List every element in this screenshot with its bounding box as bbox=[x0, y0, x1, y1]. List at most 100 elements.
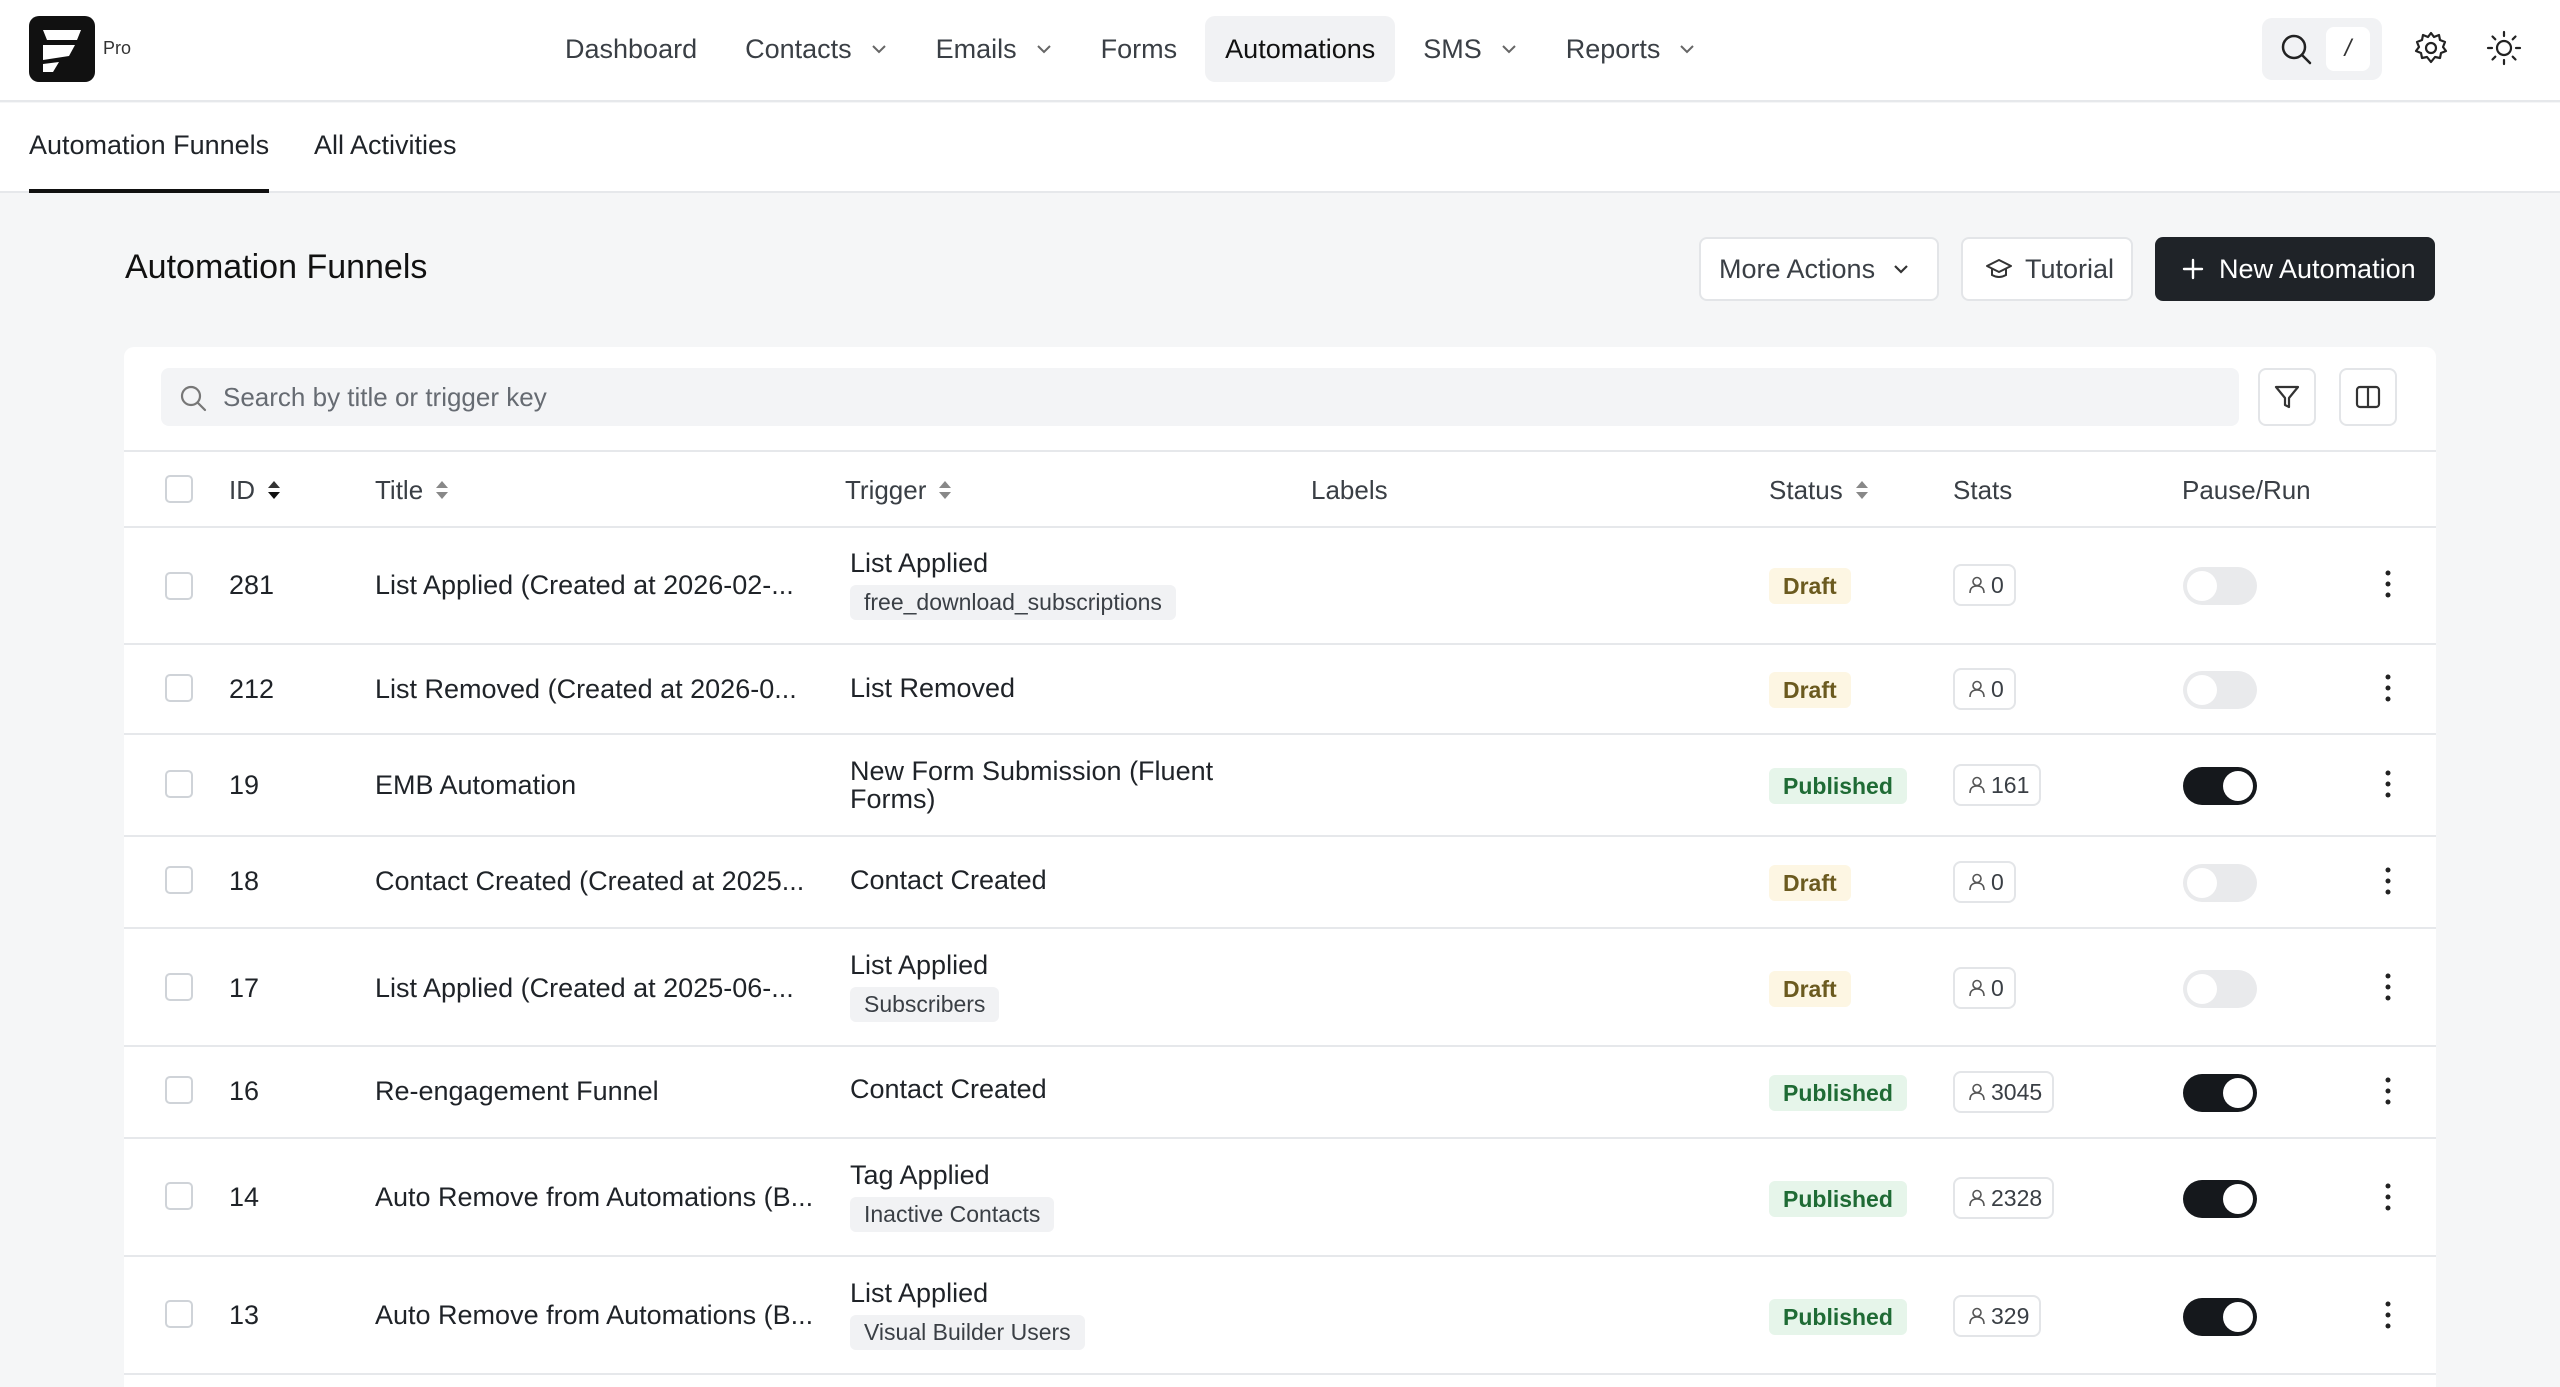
button-label: New Automation bbox=[2219, 253, 2416, 284]
pause-run-toggle[interactable] bbox=[2183, 671, 2257, 709]
row-trigger: Contact Created bbox=[850, 866, 1047, 894]
nav-label: Forms bbox=[1100, 33, 1178, 64]
pause-run-toggle[interactable] bbox=[2183, 970, 2257, 1008]
table-row[interactable]: 281 List Applied (Created at 2026-02-...… bbox=[124, 527, 2436, 645]
sun-icon[interactable] bbox=[2486, 30, 2522, 66]
stats-badge[interactable]: 3045 bbox=[1953, 1071, 2055, 1113]
row-checkbox[interactable] bbox=[165, 1182, 193, 1210]
tutorial-button[interactable]: Tutorial bbox=[1961, 237, 2133, 301]
sort-icon bbox=[939, 481, 952, 499]
app-logo[interactable] bbox=[29, 16, 95, 82]
pause-run-toggle[interactable] bbox=[2183, 864, 2257, 902]
row-trigger: Tag Applied Inactive Contacts bbox=[850, 1161, 1055, 1232]
row-title[interactable]: Auto Remove from Automations (B... bbox=[375, 1300, 813, 1331]
nav-automations[interactable]: Automations bbox=[1205, 16, 1396, 82]
row-checkbox[interactable] bbox=[165, 572, 193, 600]
global-search-button[interactable]: / bbox=[2262, 18, 2382, 80]
more-options-icon[interactable] bbox=[2378, 671, 2398, 705]
new-automation-button[interactable]: New Automation bbox=[2155, 237, 2435, 301]
row-checkbox[interactable] bbox=[165, 866, 193, 894]
sort-icon bbox=[436, 481, 449, 499]
table-row[interactable]: 18 Contact Created (Created at 2025... C… bbox=[124, 837, 2436, 929]
row-checkbox[interactable] bbox=[165, 674, 193, 702]
row-title[interactable]: Auto Remove from Automations (B... bbox=[375, 1182, 813, 1213]
row-checkbox[interactable] bbox=[165, 973, 193, 1001]
table-row[interactable]: 16 Re-engagement Funnel Contact Created … bbox=[124, 1047, 2436, 1139]
nav-forms[interactable]: Forms bbox=[1081, 16, 1198, 82]
status-badge: Draft bbox=[1769, 865, 1851, 901]
more-options-icon[interactable] bbox=[2378, 567, 2398, 601]
row-title[interactable]: List Removed (Created at 2026-0... bbox=[375, 674, 797, 705]
graduation-cap-icon bbox=[1986, 259, 2012, 278]
stats-count: 0 bbox=[1991, 868, 2004, 895]
table-row[interactable]: 19 EMB Automation New Form Submission (F… bbox=[124, 735, 2436, 837]
trigger-tag: Visual Builder Users bbox=[850, 1315, 1085, 1350]
row-checkbox[interactable] bbox=[165, 770, 193, 798]
select-all-checkbox[interactable] bbox=[165, 475, 193, 503]
row-trigger: Contact Created bbox=[850, 1075, 1047, 1103]
stats-badge[interactable]: 0 bbox=[1953, 668, 2016, 710]
pause-run-toggle[interactable] bbox=[2183, 1074, 2257, 1112]
more-options-icon[interactable] bbox=[2378, 864, 2398, 898]
row-trigger: New Form Submission (Fluent Forms) bbox=[850, 757, 1240, 813]
row-title[interactable]: List Applied (Created at 2025-06-... bbox=[375, 973, 794, 1004]
top-navigation-bar: Pro Dashboard Contacts Emails Forms Auto… bbox=[0, 0, 2560, 102]
table-row[interactable]: 13 Auto Remove from Automations (B... Li… bbox=[124, 1257, 2436, 1375]
column-id-header[interactable]: ID bbox=[229, 452, 281, 528]
column-status-header[interactable]: Status bbox=[1769, 452, 1869, 528]
more-options-icon[interactable] bbox=[2378, 970, 2398, 1004]
status-badge: Draft bbox=[1769, 672, 1851, 708]
row-checkbox[interactable] bbox=[165, 1300, 193, 1328]
stats-badge[interactable]: 161 bbox=[1953, 764, 2042, 806]
row-title[interactable]: Contact Created (Created at 2025... bbox=[375, 866, 804, 897]
pause-run-toggle[interactable] bbox=[2183, 1298, 2257, 1336]
trigger-name: List Applied bbox=[850, 548, 989, 578]
more-options-icon[interactable] bbox=[2378, 1298, 2398, 1332]
table-row[interactable]: 212 List Removed (Created at 2026-0... L… bbox=[124, 645, 2436, 735]
row-title[interactable]: List Applied (Created at 2026-02-... bbox=[375, 570, 794, 601]
column-pause-run-header: Pause/Run bbox=[2182, 452, 2311, 528]
gear-icon[interactable] bbox=[2413, 30, 2449, 66]
nav-emails[interactable]: Emails bbox=[916, 16, 1073, 82]
more-options-icon[interactable] bbox=[2378, 767, 2398, 801]
stats-badge[interactable]: 329 bbox=[1953, 1295, 2042, 1337]
row-id: 17 bbox=[229, 973, 260, 1003]
row-checkbox[interactable] bbox=[165, 1076, 193, 1104]
trigger-name: List Applied bbox=[850, 950, 989, 980]
filter-button[interactable] bbox=[2258, 368, 2316, 426]
more-options-icon[interactable] bbox=[2378, 1180, 2398, 1214]
column-title-header[interactable]: Title bbox=[375, 452, 449, 528]
stats-badge[interactable]: 0 bbox=[1953, 564, 2016, 606]
pause-run-toggle[interactable] bbox=[2183, 1180, 2257, 1218]
column-labels-header: Labels bbox=[1311, 452, 1388, 528]
search-icon bbox=[180, 385, 207, 412]
nav-reports[interactable]: Reports bbox=[1546, 16, 1717, 82]
row-title[interactable]: EMB Automation bbox=[375, 770, 576, 801]
pause-run-toggle[interactable] bbox=[2183, 567, 2257, 605]
tab-automation-funnels[interactable]: Automation Funnels bbox=[29, 103, 270, 193]
nav-sms[interactable]: SMS bbox=[1403, 16, 1538, 82]
trigger-name: Contact Created bbox=[850, 865, 1047, 895]
table-row[interactable]: 14 Auto Remove from Automations (B... Ta… bbox=[124, 1139, 2436, 1257]
sort-icon bbox=[268, 481, 280, 499]
pause-run-toggle[interactable] bbox=[2183, 767, 2257, 805]
search-input[interactable] bbox=[223, 368, 2203, 426]
nav-contacts[interactable]: Contacts bbox=[725, 16, 908, 82]
stats-badge[interactable]: 2328 bbox=[1953, 1177, 2055, 1219]
main-nav: Dashboard Contacts Emails Forms Automati… bbox=[545, 16, 1716, 82]
columns-icon bbox=[2355, 385, 2381, 409]
tab-all-activities[interactable]: All Activities bbox=[314, 103, 457, 193]
more-options-icon[interactable] bbox=[2378, 1074, 2398, 1108]
table-row[interactable]: 17 List Applied (Created at 2025-06-... … bbox=[124, 929, 2436, 1047]
nav-dashboard[interactable]: Dashboard bbox=[545, 16, 717, 82]
columns-toggle-button[interactable] bbox=[2339, 368, 2397, 426]
stats-badge[interactable]: 0 bbox=[1953, 861, 2016, 903]
chevron-down-icon bbox=[1502, 45, 1516, 54]
status-badge: Published bbox=[1769, 768, 1907, 804]
column-label: Title bbox=[375, 475, 424, 505]
stats-badge[interactable]: 0 bbox=[1953, 967, 2016, 1009]
column-trigger-header[interactable]: Trigger bbox=[845, 452, 952, 528]
more-actions-button[interactable]: More Actions bbox=[1699, 237, 1939, 301]
row-title[interactable]: Re-engagement Funnel bbox=[375, 1076, 659, 1107]
user-icon bbox=[1969, 1307, 1985, 1325]
